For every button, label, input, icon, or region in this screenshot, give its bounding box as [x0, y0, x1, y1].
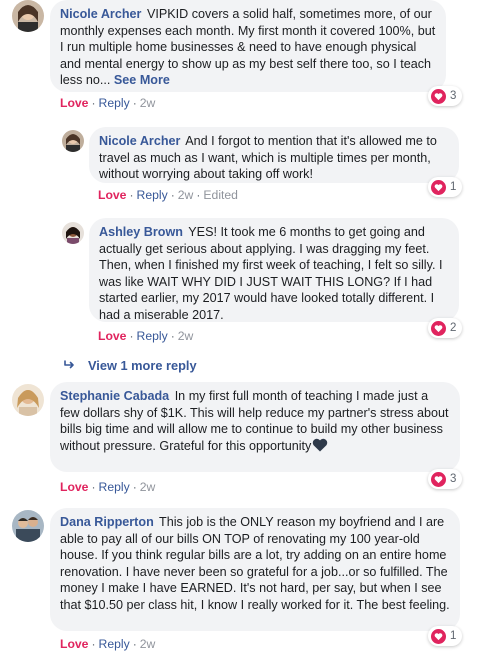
reaction-count[interactable]: 1	[428, 177, 463, 197]
avatar[interactable]	[62, 222, 84, 244]
love-button[interactable]: Love	[60, 637, 88, 651]
love-button[interactable]: Love	[60, 96, 88, 110]
comment-text: YES! It took me 6 months to get going an…	[99, 225, 443, 322]
heart-icon	[431, 471, 446, 487]
comment-author[interactable]: Stephanie Cabada	[60, 389, 169, 403]
reply-arrow-icon	[64, 358, 76, 373]
avatar[interactable]	[12, 510, 44, 542]
love-button[interactable]: Love	[60, 480, 88, 494]
reply-button[interactable]: Reply	[137, 188, 168, 202]
timestamp[interactable]: 2w	[140, 96, 156, 110]
love-button[interactable]: Love	[98, 188, 126, 202]
comment-author[interactable]: Nicole Archer	[99, 134, 180, 148]
reaction-count[interactable]: 3	[428, 469, 463, 489]
reaction-count[interactable]: 2	[428, 318, 463, 338]
heart-icon	[431, 628, 446, 644]
comment-author[interactable]: Ashley Brown	[99, 225, 183, 239]
timestamp[interactable]: 2w	[178, 188, 194, 202]
comment-text: This job is the ONLY reason my boyfriend…	[60, 515, 450, 612]
reply-button[interactable]: Reply	[137, 329, 168, 343]
reply-button[interactable]: Reply	[99, 637, 130, 651]
timestamp[interactable]: 2w	[140, 480, 156, 494]
comment-bubble: Nicole Archer VIPKID covers a solid half…	[50, 0, 446, 92]
comment-actions: Love · Reply · 2w	[60, 637, 156, 651]
heart-icon	[431, 320, 446, 336]
comment-author[interactable]: Nicole Archer	[60, 7, 141, 21]
reply-button[interactable]: Reply	[99, 96, 130, 110]
view-more-replies-link[interactable]: View 1 more reply	[64, 358, 197, 373]
comment-author[interactable]: Dana Ripperton	[60, 515, 154, 529]
avatar[interactable]	[12, 384, 44, 416]
comment-actions: Love · Reply · 2w	[98, 329, 194, 343]
comment-actions: Love · Reply · 2w	[60, 480, 156, 494]
comment-bubble: Nicole Archer And I forgot to mention th…	[89, 127, 459, 183]
avatar[interactable]	[12, 0, 44, 32]
comment-actions: Love · Reply · 2w	[60, 96, 156, 110]
timestamp[interactable]: 2w	[178, 329, 194, 343]
black-heart-icon	[312, 438, 328, 457]
heart-icon	[431, 179, 446, 195]
avatar[interactable]	[62, 130, 84, 152]
reply-button[interactable]: Reply	[99, 480, 130, 494]
comment-actions: Love · Reply · 2w · Edited	[98, 188, 238, 202]
reaction-count[interactable]: 1	[428, 626, 463, 646]
edited-label[interactable]: Edited	[203, 188, 238, 202]
heart-icon	[431, 88, 446, 104]
see-more-link[interactable]: See More	[114, 73, 170, 87]
love-button[interactable]: Love	[98, 329, 126, 343]
reaction-count[interactable]: 3	[428, 86, 463, 106]
timestamp[interactable]: 2w	[140, 637, 156, 651]
comment-bubble: Ashley Brown YES! It took me 6 months to…	[89, 218, 459, 322]
comment-bubble: Dana Ripperton This job is the ONLY reas…	[50, 508, 460, 631]
comment-bubble: Stephanie Cabada In my first full month …	[50, 382, 460, 472]
